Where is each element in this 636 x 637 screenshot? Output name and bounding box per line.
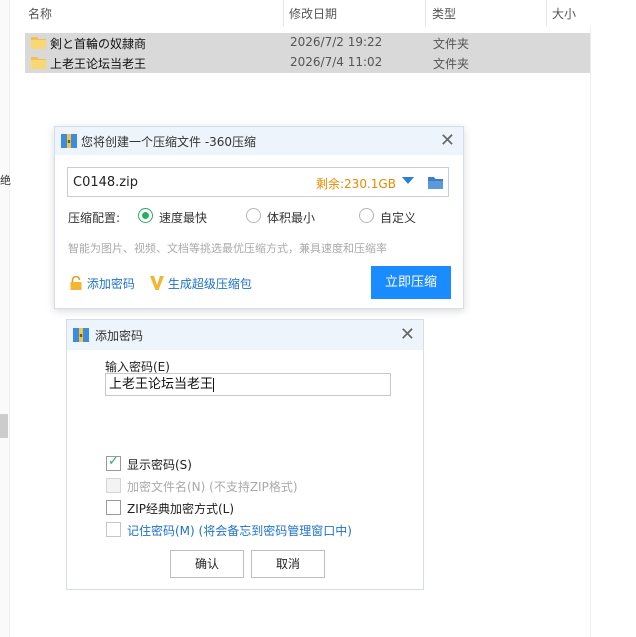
password-dialog-titlebar[interactable]: 添加密码 ✕ bbox=[67, 320, 423, 350]
checkbox-label: ZIP经典加密方式(L) bbox=[127, 502, 235, 516]
archive-name-field[interactable]: C0148.zip 剩余:230.1GB bbox=[67, 167, 449, 197]
nav-pane-text: 绝 bbox=[0, 174, 11, 187]
archive-filename[interactable]: C0148.zip bbox=[73, 175, 138, 190]
radio-label: 自定义 bbox=[380, 211, 417, 225]
checkmark-icon: ✓ bbox=[108, 454, 119, 469]
cancel-button[interactable]: 取消 bbox=[251, 550, 325, 578]
password-dialog-title: 添加密码 bbox=[95, 329, 144, 343]
lock-icon bbox=[70, 275, 82, 290]
text-caret bbox=[213, 377, 215, 392]
ok-button[interactable]: 确认 bbox=[170, 550, 244, 578]
radio-unselected-icon bbox=[246, 208, 261, 223]
browse-folder-icon[interactable] bbox=[428, 176, 443, 189]
super-v-icon bbox=[150, 276, 164, 290]
checkbox-label: 记住密码(M) (将会备忘到密码管理窗口中) bbox=[127, 524, 352, 538]
checkbox-box bbox=[106, 500, 121, 515]
column-name[interactable]: 名称 bbox=[28, 5, 52, 22]
explorer-nav-pane: 绝 bbox=[0, 0, 11, 637]
password-text: 上老王论坛当老王 bbox=[109, 377, 214, 392]
checkbox-box: ✓ bbox=[106, 454, 121, 471]
radio-label: 体积最小 bbox=[267, 211, 316, 225]
folder-icon bbox=[31, 57, 46, 69]
add-password-link[interactable]: 添加密码 bbox=[69, 275, 135, 292]
screen: 绝 ^ 名称 修改日期 类型 大小 剣と首輪の奴隷商 2026/7/2 19:2… bbox=[0, 0, 636, 637]
close-icon[interactable]: ✕ bbox=[440, 130, 455, 151]
file-row[interactable]: 上老王论坛当老王 2026/7/4 11:02 文件夹 bbox=[25, 53, 590, 73]
folder-icon bbox=[31, 37, 46, 49]
column-type[interactable]: 类型 bbox=[432, 5, 456, 22]
file-name: 上老王论坛当老王 bbox=[50, 57, 147, 71]
file-row[interactable]: 剣と首輪の奴隷商 2026/7/2 19:22 文件夹 bbox=[25, 33, 590, 53]
password-dialog: 添加密码 ✕ 输入密码(E) 上老王论坛当老王 ✓ 显示密码(S) 加密文件名(… bbox=[66, 319, 424, 590]
radio-unselected-icon bbox=[359, 208, 374, 223]
password-input[interactable]: 上老王论坛当老王 bbox=[105, 373, 391, 396]
compress-dialog-title: 您将创建一个压缩文件 -360压缩 bbox=[81, 135, 257, 149]
radio-selected-icon bbox=[138, 208, 153, 223]
compress-dialog: 您将创建一个压缩文件 -360压缩 ✕ C0148.zip 剩余:230.1GB… bbox=[54, 126, 464, 309]
column-header: ^ 名称 修改日期 类型 大小 bbox=[22, 0, 592, 26]
checkbox-label: 加密文件名(N) (不支持ZIP格式) bbox=[127, 480, 298, 494]
compress-now-button[interactable]: 立即压缩 bbox=[371, 266, 451, 299]
column-divider[interactable] bbox=[546, 0, 547, 26]
dropdown-arrow-icon[interactable] bbox=[402, 177, 414, 184]
column-divider[interactable] bbox=[425, 0, 426, 26]
compress-dialog-titlebar[interactable]: 您将创建一个压缩文件 -360压缩 ✕ bbox=[55, 127, 463, 155]
file-modified: 2026/7/2 19:22 bbox=[290, 35, 383, 49]
zip-app-icon bbox=[73, 328, 89, 342]
file-name: 剣と首輪の奴隷商 bbox=[50, 37, 147, 51]
remaining-space: 剩余:230.1GB bbox=[316, 177, 396, 191]
sort-arrow-icon: ^ bbox=[170, 0, 178, 5]
checkbox-label: 显示密码(S) bbox=[127, 458, 192, 472]
column-modified[interactable]: 修改日期 bbox=[289, 5, 337, 22]
super-compress-label: 生成超级压缩包 bbox=[167, 277, 252, 291]
super-compress-link[interactable]: 生成超级压缩包 bbox=[150, 275, 252, 292]
file-type: 文件夹 bbox=[433, 37, 470, 51]
column-size[interactable]: 大小 bbox=[552, 5, 576, 22]
add-password-label: 添加密码 bbox=[86, 277, 135, 291]
file-modified: 2026/7/4 11:02 bbox=[290, 55, 383, 69]
column-divider[interactable] bbox=[283, 0, 284, 26]
checkbox-box bbox=[106, 522, 121, 537]
radio-label: 速度最快 bbox=[159, 211, 208, 225]
pane-divider bbox=[590, 26, 591, 637]
nav-pane-selection bbox=[0, 414, 8, 438]
zip-app-icon bbox=[61, 134, 77, 148]
file-type: 文件夹 bbox=[433, 57, 470, 71]
compress-hint: 智能为图片、视频、文档等挑选最优压缩方式，兼具速度和压缩率 bbox=[68, 242, 387, 255]
compress-config-label: 压缩配置: bbox=[68, 211, 121, 225]
checkbox-box bbox=[106, 478, 121, 493]
close-icon[interactable]: ✕ bbox=[400, 324, 415, 345]
